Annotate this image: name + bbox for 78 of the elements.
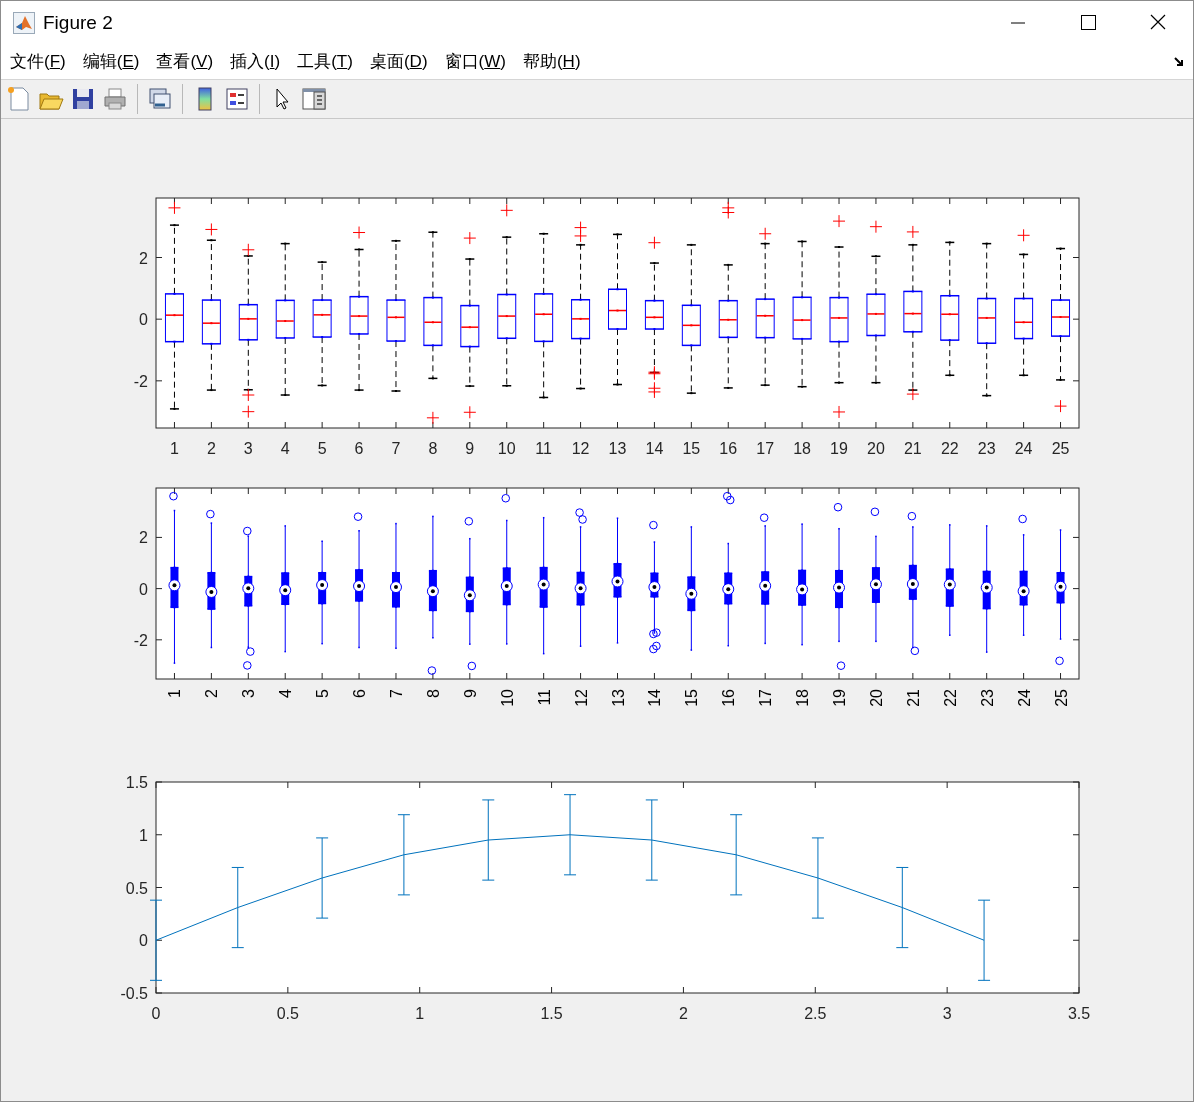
axis-tick-label: 9 — [465, 440, 475, 457]
axis-tick-label: 21 — [904, 689, 922, 707]
axis-tick-label: -2 — [133, 631, 148, 649]
axis-tick-label: 6 — [351, 689, 369, 698]
axis-tick-label: 13 — [609, 689, 627, 707]
menu-item[interactable]: 帮助(H) — [522, 49, 581, 75]
axis-tick-label: 7 — [391, 440, 401, 457]
axis-tick-label: 25 — [1052, 689, 1070, 707]
axis-tick-label: -2 — [133, 372, 148, 390]
axis-tick-label: 10 — [497, 440, 516, 457]
axis-tick-label: 24 — [1015, 689, 1033, 707]
axis-tick-label: 20 — [867, 689, 885, 707]
axis-tick-label: 0 — [139, 932, 148, 950]
axis-tick-label: 12 — [571, 440, 590, 457]
axis-tick-label: 8 — [424, 689, 442, 698]
axis-tick-label: 2 — [139, 249, 148, 267]
axis-tick-label: 8 — [428, 440, 438, 457]
axis-tick-label: 1 — [166, 689, 184, 698]
window-title: Figure 2 — [43, 10, 113, 35]
axis-tick-label: 14 — [646, 689, 664, 707]
axis-tick-label: 0 — [139, 580, 148, 598]
axis-tick-label: 14 — [645, 440, 664, 457]
axis-tick-label: 19 — [830, 440, 848, 457]
axis-tick-label: 0.5 — [276, 1005, 299, 1022]
axis-tick-label: 20 — [867, 440, 885, 457]
axis-tick-label: 23 — [978, 689, 996, 707]
axis-tick-label: 1.5 — [125, 774, 148, 791]
axis-tick-label: 22 — [941, 689, 959, 707]
menu-item[interactable]: 窗口(W) — [444, 49, 506, 75]
axis-tick-label: 21 — [903, 440, 922, 457]
axis-tick-label: 6 — [354, 440, 364, 457]
axis-tick-label: 17 — [756, 440, 775, 457]
axis-tick-label: 24 — [1014, 440, 1033, 457]
menu-item[interactable]: 编辑(E) — [82, 49, 140, 75]
menu-item[interactable]: 桌面(D) — [369, 49, 428, 75]
axis-tick-label: -0.5 — [120, 985, 148, 1002]
axis-tick-label: 4 — [280, 440, 290, 457]
axis-tick-label: 2 — [679, 1005, 688, 1022]
axis-tick-label: 7 — [388, 689, 405, 698]
axis-tick-label: 11 — [535, 689, 553, 706]
axis-tick-label: 16 — [720, 689, 738, 707]
menu-item[interactable]: 文件(F) — [10, 49, 66, 75]
axis-tick-label: 13 — [608, 440, 627, 457]
axis-tick-label: 17 — [757, 689, 775, 707]
axis-tick-label: 4 — [277, 689, 295, 698]
menu-item[interactable]: 查看(V) — [156, 49, 214, 75]
axis-tick-label: 1 — [139, 826, 148, 844]
axis-tick-label: 3 — [240, 689, 258, 698]
menu-item[interactable]: 工具(T) — [297, 49, 353, 75]
menu-item[interactable]: 插入(I) — [230, 49, 281, 75]
axis-tick-label: 2 — [206, 440, 216, 457]
axis-tick-label: 19 — [831, 689, 848, 707]
axis-tick-label: 3 — [243, 440, 253, 457]
axis-tick-label: 5 — [314, 689, 332, 698]
axis-tick-label: 23 — [977, 440, 996, 457]
axis-tick-label: 1.5 — [540, 1005, 563, 1022]
axis-tick-label: 0 — [151, 1005, 161, 1022]
axis-tick-label: 18 — [793, 440, 811, 457]
axis-tick-label: 15 — [682, 440, 701, 457]
axis-tick-label: 11 — [535, 440, 552, 457]
axis-tick-label: 25 — [1051, 440, 1070, 457]
axis-tick-label: 18 — [794, 689, 812, 707]
axis-tick-label: 22 — [940, 440, 959, 457]
axis-tick-label: 3.5 — [1067, 1005, 1091, 1022]
axis-tick-label: 16 — [719, 440, 738, 457]
axis-tick-label: 12 — [572, 689, 590, 707]
axis-tick-label: 10 — [498, 689, 516, 707]
axis-tick-label: 15 — [683, 689, 701, 707]
axis-tick-label: 5 — [317, 440, 327, 457]
axis-tick-label: 2 — [203, 689, 221, 698]
axis-tick-label: 3 — [942, 1005, 952, 1022]
axis-tick-label: 2.5 — [804, 1005, 827, 1022]
axis-tick-label: 0.5 — [125, 879, 148, 897]
axis-tick-label: 1 — [170, 440, 179, 457]
axis-tick-label: 0 — [139, 311, 148, 329]
axis-tick-label: 9 — [461, 689, 479, 698]
axis-tick-label: 1 — [415, 1005, 425, 1022]
axis-tick-label: 2 — [139, 529, 148, 547]
